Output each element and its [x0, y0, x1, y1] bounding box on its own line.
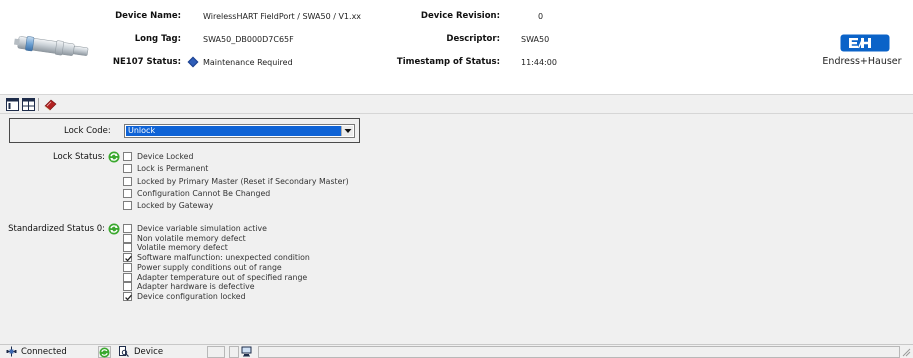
checkbox-label: Power supply conditions out of range — [137, 262, 282, 272]
status-checkbox-row: Configuration Cannot Be Changed — [123, 188, 270, 199]
refresh-icon[interactable] — [108, 223, 120, 235]
computer-icon — [241, 346, 252, 357]
checkbox[interactable] — [123, 188, 132, 198]
statusbar-message-cell — [258, 346, 900, 358]
checkbox[interactable] — [123, 224, 132, 233]
ne107-status-value: Maintenance Required — [203, 58, 293, 67]
checkbox[interactable] — [123, 164, 132, 174]
checkbox-label: Locked by Primary Master (Reset if Secon… — [137, 176, 349, 186]
checkbox-label: Locked by Gateway — [137, 201, 214, 211]
checkbox-label: Device variable simulation active — [137, 224, 267, 233]
lock-status-label: Lock Status: — [52, 152, 105, 162]
checkbox-label: Lock is Permanent — [137, 164, 209, 174]
checkbox-label: Device Locked — [137, 152, 194, 161]
maintenance-diamond-icon — [187, 56, 199, 68]
device-header: Device Name: WirelessHART FieldPort / SW… — [0, 0, 913, 90]
statusbar-cell — [229, 346, 239, 358]
timestamp-label: Timestamp of Status: — [396, 57, 500, 67]
chevron-down-icon — [344, 129, 352, 133]
endress-hauser-logo-icon — [840, 34, 890, 52]
lock-code-group: Lock Code: Unlock — [9, 118, 360, 143]
checkbox-label: Adapter hardware is defective — [137, 282, 255, 292]
dropdown-arrow[interactable] — [341, 126, 353, 136]
device-name-label: Device Name: — [115, 11, 181, 21]
status-checkbox-row: Locked by Gateway — [123, 200, 213, 211]
status-checkbox-row: Device configuration locked — [123, 291, 246, 302]
standardized-status-label: Standardized Status 0: — [8, 224, 105, 234]
status-checkbox-row: Device Locked — [123, 151, 193, 162]
checkbox-label: Adapter temperature out of specified ran… — [137, 272, 308, 282]
timestamp-value: 11:44:00 — [521, 58, 557, 67]
checkbox[interactable] — [123, 282, 132, 292]
checkbox[interactable] — [123, 201, 132, 211]
descriptor-label: Descriptor: — [446, 34, 500, 44]
device-status: Device — [134, 347, 164, 357]
connection-status: Connected — [21, 347, 67, 357]
split-window-icon[interactable] — [22, 98, 35, 111]
descriptor-value: SWA50 — [521, 35, 550, 44]
checkbox[interactable] — [123, 176, 132, 186]
status-checkbox-row: Lock is Permanent — [123, 163, 208, 174]
device-search-icon — [119, 346, 129, 357]
checkbox[interactable] — [123, 291, 132, 301]
checkbox[interactable] — [123, 152, 132, 161]
device-revision-value: 0 — [538, 12, 544, 21]
main-panel: Lock Code: Unlock Lock Status: Device Lo… — [0, 114, 913, 344]
checkbox[interactable] — [123, 262, 132, 272]
checkbox[interactable] — [123, 233, 132, 243]
resize-grip-icon[interactable] — [902, 348, 911, 357]
checkbox-label: Non volatile memory defect — [137, 233, 246, 243]
checkbox[interactable] — [123, 272, 132, 282]
statusbar-cell — [207, 346, 225, 358]
lock-code-value: Unlock — [126, 126, 341, 136]
check-icon — [125, 294, 132, 301]
status-bar: Connected Device — [0, 344, 913, 358]
lock-code-label: Lock Code: — [64, 126, 111, 136]
long-tag-label: Long Tag: — [134, 34, 181, 44]
long-tag-value: SWA50_DB000D7C65F — [203, 35, 294, 44]
device-revision-label: Device Revision: — [420, 11, 500, 21]
checkbox[interactable] — [123, 243, 132, 253]
toolbar-separator — [38, 98, 39, 111]
status-checkbox-row: Locked by Primary Master (Reset if Secon… — [123, 176, 349, 187]
checkbox-label: Volatile memory defect — [137, 243, 228, 253]
lock-code-dropdown[interactable]: Unlock — [124, 124, 355, 138]
device-name-value: WirelessHART FieldPort / SWA50 / V1.xx — [203, 12, 362, 21]
checkbox[interactable] — [123, 253, 132, 263]
network-connection-icon — [6, 346, 17, 357]
toolbar — [0, 94, 913, 114]
window-icon[interactable] — [6, 98, 19, 111]
checkbox-label: Software malfunction: unexpected conditi… — [137, 253, 310, 263]
sync-icon — [99, 347, 110, 358]
ne107-status-label: NE107 Status: — [112, 57, 181, 67]
checkbox-label: Device configuration locked — [137, 291, 246, 301]
refresh-icon[interactable] — [108, 151, 120, 163]
device-image — [13, 36, 89, 56]
brand-name: Endress+Hauser — [822, 56, 902, 67]
book-icon[interactable] — [44, 98, 57, 111]
checkbox-label: Configuration Cannot Be Changed — [137, 188, 271, 198]
